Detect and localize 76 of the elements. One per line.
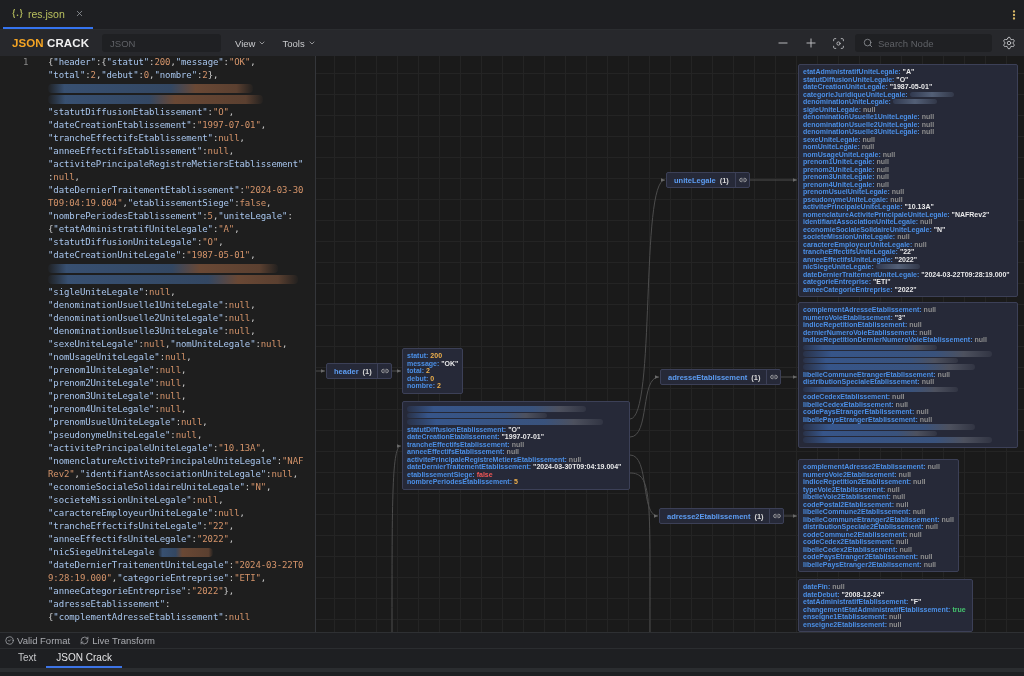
code-line: "anneeCategorieEntreprise":"2022"}, (48, 585, 235, 598)
caret-icon (307, 39, 316, 47)
code-line: "pseudonymeUniteLegale":null, (48, 429, 203, 442)
code-line: "activitePrincipaleUniteLegale":"10.13A", (48, 442, 267, 455)
code-line: "total":2,"debut":0,"nombre":2}, (48, 69, 219, 82)
app-logo: JSON CRACK (12, 37, 90, 49)
format-field[interactable]: JSON (102, 34, 222, 52)
code-line: {"etatAdministratifUniteLegale":"A", (48, 223, 240, 236)
redacted-blur (875, 264, 920, 270)
code-line: "statutDiffusionUniteLegale":"O", (48, 236, 224, 249)
code-line: "caractereEmployeurUniteLegale":null, (48, 507, 245, 520)
menu-button[interactable]: Tools (278, 34, 320, 52)
check-circle-icon (5, 636, 14, 645)
collapse-button[interactable] (735, 173, 749, 187)
code-line: "prenom4UniteLegale":null, (48, 403, 187, 416)
collapse-button[interactable] (766, 370, 780, 384)
link-icon (380, 367, 389, 375)
line-number: 1 (23, 56, 29, 69)
view-tab[interactable]: JSON Crack (46, 649, 122, 668)
graph-node[interactable] (798, 64, 1018, 297)
redacted-blur (892, 99, 937, 105)
code-line: "denominationUsuelle2UniteLegale":null, (48, 312, 256, 325)
graph-node[interactable] (798, 302, 1018, 448)
code-line: "trancheEffectifsUniteLegale":"22", (48, 520, 235, 533)
code-line: "dateCreationEtablissement":"1997-07-01", (48, 119, 267, 132)
code-line: "anneeEffectifsEtablissement":null, (48, 145, 235, 158)
code-line: {"header":{"statut":200,"message":"OK", (48, 56, 256, 69)
code-line: "societeMissionUniteLegale":null, (48, 494, 224, 507)
code-line: "dateCreationUniteLegale":"1987-05-01", (48, 249, 256, 262)
code-line: :null, (48, 171, 80, 184)
code-line: "denominationUsuelle3UniteLegale":null, (48, 325, 256, 338)
collapse-button[interactable] (769, 509, 783, 523)
code-line: {"complementAdresseEtablissement":null (48, 611, 251, 624)
redacted-blur (909, 91, 954, 97)
code-line: "denominationUsuelle1UniteLegale":null, (48, 299, 256, 312)
code-line: "dateDernierTraitementUniteLegale":"2024-03-22T0 (48, 559, 304, 572)
view-tab[interactable]: Text (8, 649, 47, 668)
code-line: "economieSocialeSolidaireUniteLegale":"N", (48, 481, 272, 494)
search-icon (863, 38, 873, 48)
code-line: "nombrePeriodesEtablissement":5,"uniteLegale": (48, 210, 293, 223)
redacted-blur (158, 548, 214, 557)
status-text: Valid Format (17, 635, 71, 646)
code-line: "prenom3UniteLegale":null, (48, 390, 187, 403)
code-line: "activitePrincipaleRegistreMetiersEtablissement" (48, 158, 304, 171)
code-line: "prenomUsuelUniteLegale":null, (48, 416, 208, 429)
refresh-icon (80, 636, 90, 645)
code-line: "prenom1UniteLegale":null, (48, 364, 187, 377)
search-field[interactable]: Search Node (855, 34, 992, 52)
code-line: 9:28:19.000","categorieEntreprise":"ETI", (48, 572, 267, 585)
menu-button[interactable]: View (231, 34, 271, 52)
collapse-button[interactable] (377, 364, 391, 378)
link-icon (772, 512, 781, 520)
braces-icon (12, 9, 23, 18)
graph-node[interactable] (402, 401, 630, 490)
code-line: Rev2","identifiantAssociationUniteLegale":null, (48, 468, 298, 481)
code-line: "sigleUniteLegale":null, (48, 286, 176, 299)
settings-icon[interactable] (1002, 36, 1016, 50)
code-line: "anneeEffectifsUniteLegale":"2022", (48, 533, 235, 546)
code-line: "dateDernierTraitementEtablissement":"2024-03-30 (48, 184, 304, 197)
link-icon (769, 373, 778, 381)
code-line: "trancheEffectifsEtablissement":null, (48, 132, 245, 145)
code-line: "nicSiegeUniteLegale (48, 546, 155, 559)
link-icon (738, 176, 747, 184)
code-line: "sexeUniteLegale":null,"nomUniteLegale":null, (48, 338, 288, 351)
zoom-in-icon[interactable] (804, 36, 818, 50)
graph-node[interactable] (798, 459, 959, 572)
code-line: "nomenclatureActivitePrincipaleUniteLegale":"NAF (48, 455, 304, 468)
code-line: "prenom2UniteLegale":null, (48, 377, 187, 390)
close-icon[interactable] (74, 9, 84, 18)
code-line: "statutDiffusionEtablissement":"O", (48, 106, 235, 119)
code-line: "nomUsageUniteLegale":null, (48, 351, 192, 364)
code-line: T09:04:19.004","etablissementSiege":false, (48, 197, 272, 210)
caret-icon (258, 39, 267, 47)
live-transform-button[interactable]: Live Transform (80, 635, 155, 646)
focus-icon[interactable] (832, 36, 845, 50)
code-line: "adresseEtablissement": (48, 598, 171, 611)
